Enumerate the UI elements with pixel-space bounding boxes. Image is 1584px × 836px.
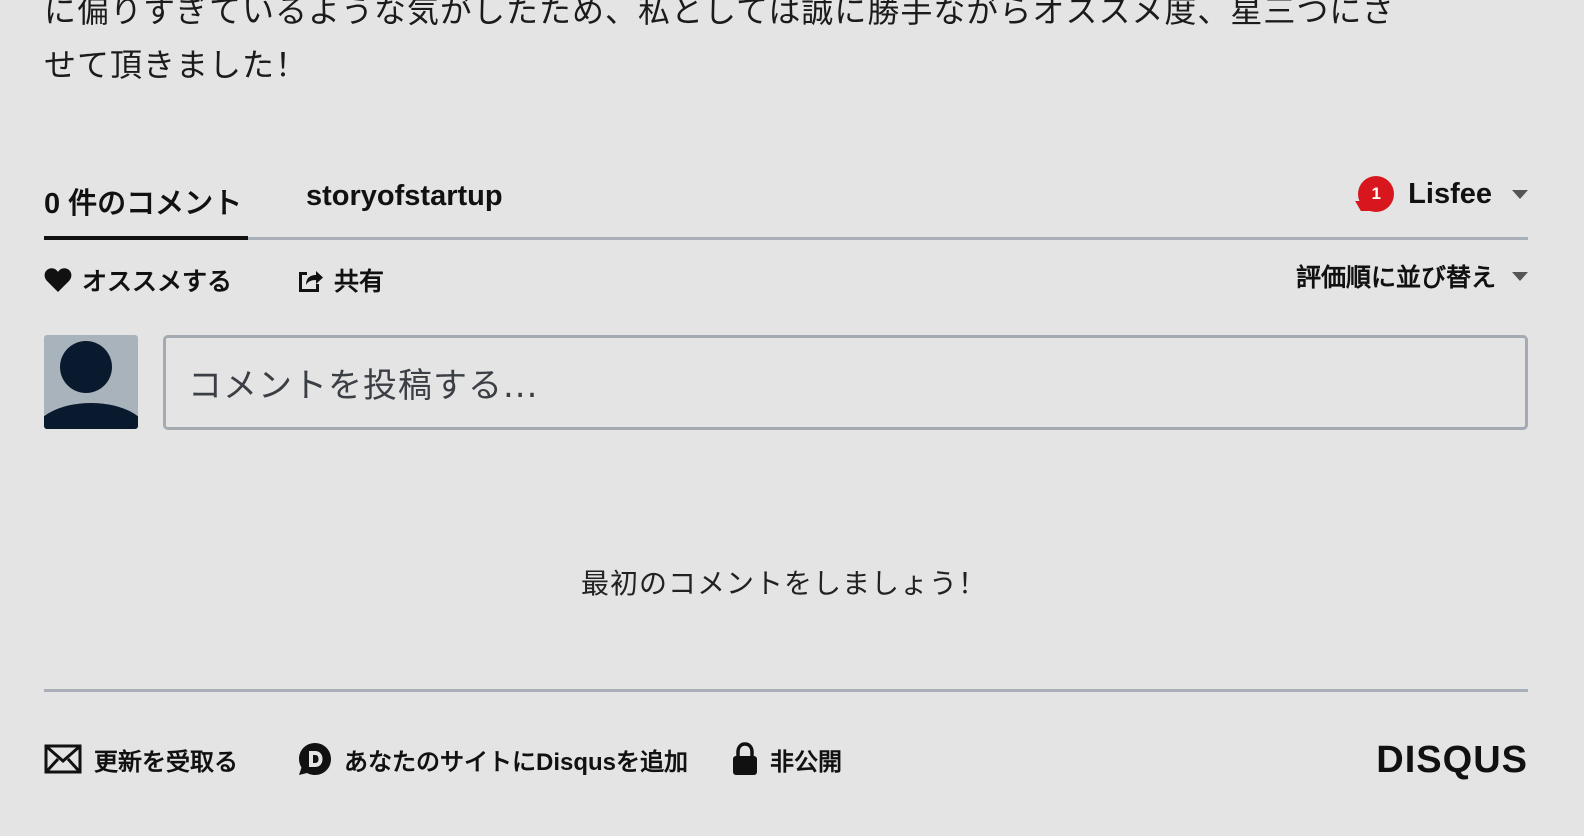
recommend-button[interactable]: オススメする [44, 262, 232, 298]
chevron-down-icon [1512, 271, 1528, 281]
comment-placeholder: コメントを投稿する... [188, 366, 539, 406]
notification-badge[interactable]: 1 [1358, 176, 1395, 212]
share-button[interactable]: 共有 [296, 262, 384, 298]
recommend-label: オススメする [82, 268, 233, 296]
avatar [44, 335, 138, 429]
privacy-label: 非公開 [770, 748, 842, 776]
lock-icon [733, 742, 757, 775]
privacy-link[interactable]: 非公開 [732, 740, 842, 778]
thread-toolbar: オススメする 共有 評価順に並び替え [44, 262, 1528, 298]
sort-label: 評価順に並び替え [1295, 264, 1496, 292]
disqus-brand-logo[interactable]: DISQUS [1376, 740, 1528, 780]
comments-nav: 0 件のコメント storyofstartup 1 Lisfee [44, 170, 1528, 240]
active-tab-indicator [44, 236, 248, 240]
tab-comments[interactable]: 0 件のコメント [44, 180, 242, 222]
footer: 更新を受取る あなたのサイトにDisqusを追加 非公開 DISQUS [44, 740, 1528, 780]
subscribe-link[interactable]: 更新を受取る [44, 740, 238, 778]
disqus-comments-page: に偏りすぎているような気がしたため、私としては誠に勝手ながらオススメ度、星三つに… [0, 0, 1584, 836]
username[interactable]: Lisfee [1408, 178, 1492, 211]
add-disqus-label: あなたのサイトにDisqusを追加 [344, 748, 689, 776]
comment-input[interactable]: コメントを投稿する... [163, 335, 1528, 430]
article-line-2: せて頂きました！ [44, 46, 309, 84]
heart-icon [44, 268, 72, 292]
footer-divider [44, 689, 1528, 692]
empty-thread-message: 最初のコメントをしましょう！ [580, 567, 987, 600]
sort-dropdown[interactable]: 評価順に並び替え [1296, 258, 1528, 294]
chevron-down-icon[interactable] [1512, 189, 1528, 199]
user-menu[interactable]: 1 Lisfee [1358, 176, 1528, 212]
nav-divider [44, 237, 1528, 240]
share-label: 共有 [334, 268, 385, 296]
subscribe-label: 更新を受取る [94, 748, 238, 776]
article-text: に偏りすぎているような気がしたため、私としては誠に勝手ながらオススメ度、星三つに… [44, 0, 1534, 92]
user-silhouette-icon [44, 341, 138, 429]
add-disqus-link[interactable]: あなたのサイトにDisqusを追加 [298, 740, 688, 778]
disqus-logo-icon [299, 743, 331, 775]
share-icon [299, 271, 323, 292]
tab-community[interactable]: storyofstartup [306, 180, 503, 213]
article-line-1: に偏りすぎているような気がしたため、私としては誠に勝手ながらオススメ度、星三つに… [44, 0, 1395, 30]
envelope-icon [44, 744, 82, 774]
